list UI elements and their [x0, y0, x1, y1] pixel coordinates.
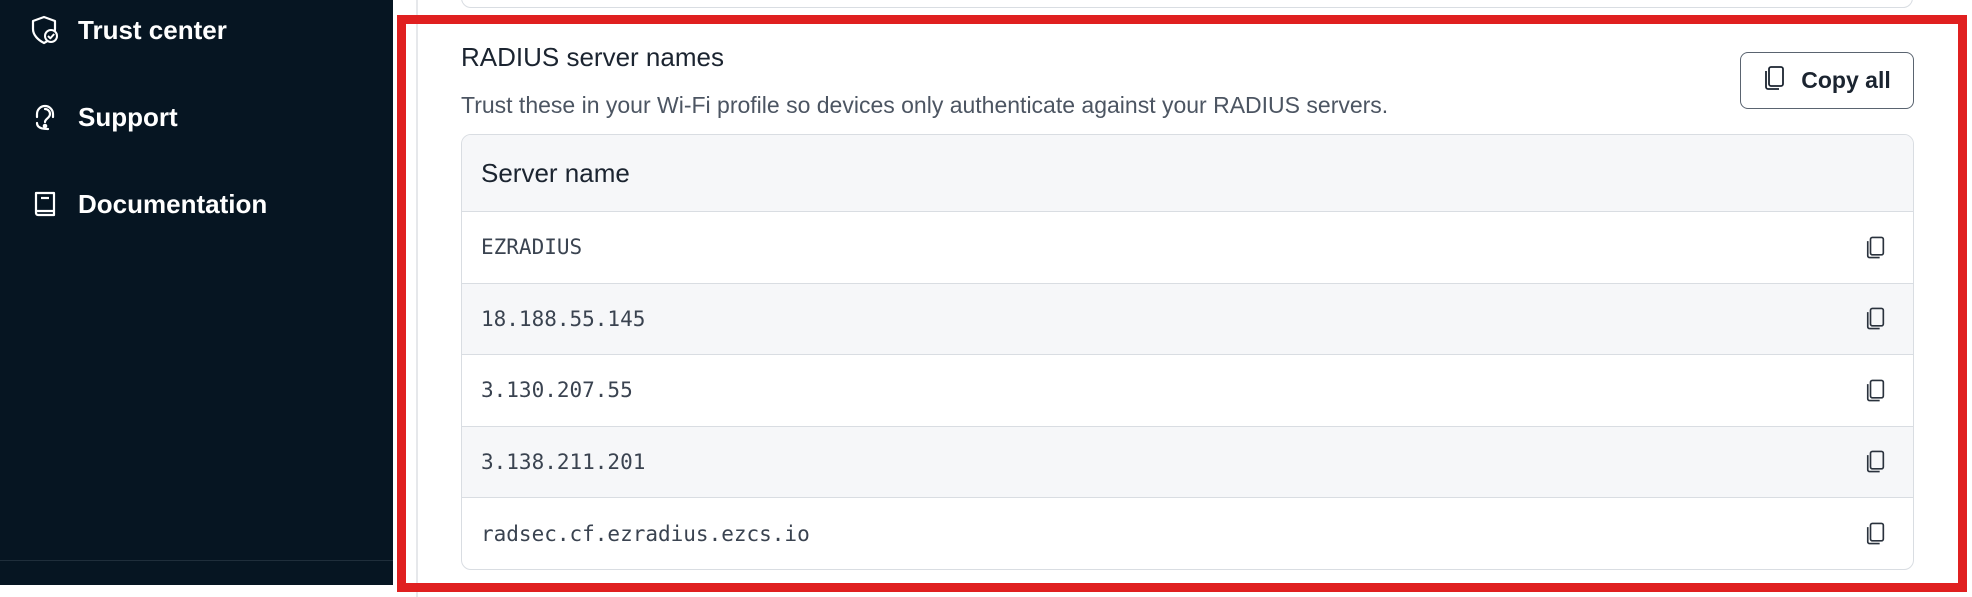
- book-icon: [28, 187, 62, 221]
- sidebar-item-documentation[interactable]: Documentation: [28, 184, 267, 224]
- server-name-cell: 3.138.211.201: [481, 449, 646, 474]
- content-divider: [416, 0, 418, 597]
- table-row: 3.138.211.201: [462, 426, 1913, 498]
- copy-icon: [1763, 64, 1787, 98]
- copy-all-label: Copy all: [1801, 67, 1891, 93]
- server-names-table: Server name EZRADIUS 18.188.55.145 3.130…: [461, 134, 1914, 570]
- sidebar: Trust center Support Documentation: [0, 0, 393, 585]
- sidebar-item-label: Support: [78, 101, 178, 132]
- copy-icon[interactable]: [1859, 445, 1893, 479]
- previous-card: [461, 0, 1913, 8]
- section-title: RADIUS server names: [461, 42, 724, 72]
- server-name-cell: radsec.cf.ezradius.ezcs.io: [481, 521, 810, 546]
- server-name-cell: 3.130.207.55: [481, 378, 633, 403]
- copy-icon[interactable]: [1859, 373, 1893, 407]
- server-name-cell: EZRADIUS: [481, 235, 583, 260]
- table-row: EZRADIUS: [462, 212, 1913, 284]
- main-content: RADIUS server names Trust these in your …: [393, 0, 1972, 597]
- server-name-cell: 18.188.55.145: [481, 306, 646, 331]
- sidebar-item-label: Documentation: [78, 188, 268, 219]
- sidebar-item-label: Trust center: [78, 14, 227, 45]
- table-header: Server name: [462, 135, 1913, 212]
- copy-all-button[interactable]: Copy all: [1740, 52, 1914, 109]
- copy-icon[interactable]: [1859, 517, 1893, 551]
- copy-icon[interactable]: [1859, 302, 1893, 336]
- copy-icon[interactable]: [1859, 230, 1893, 264]
- app-window: Trust center Support Documentation RADIU…: [0, 0, 1972, 597]
- shield-check-icon: [28, 13, 62, 47]
- table-row: radsec.cf.ezradius.ezcs.io: [462, 498, 1913, 569]
- sidebar-item-support[interactable]: Support: [28, 97, 178, 137]
- table-row: 18.188.55.145: [462, 283, 1913, 355]
- column-header-server-name: Server name: [481, 157, 630, 188]
- section-description: Trust these in your Wi-Fi profile so dev…: [461, 92, 1389, 118]
- headset-icon: [28, 100, 62, 134]
- table-row: 3.130.207.55: [462, 355, 1913, 427]
- sidebar-divider: [0, 560, 393, 561]
- sidebar-item-trust-center[interactable]: Trust center: [28, 10, 227, 50]
